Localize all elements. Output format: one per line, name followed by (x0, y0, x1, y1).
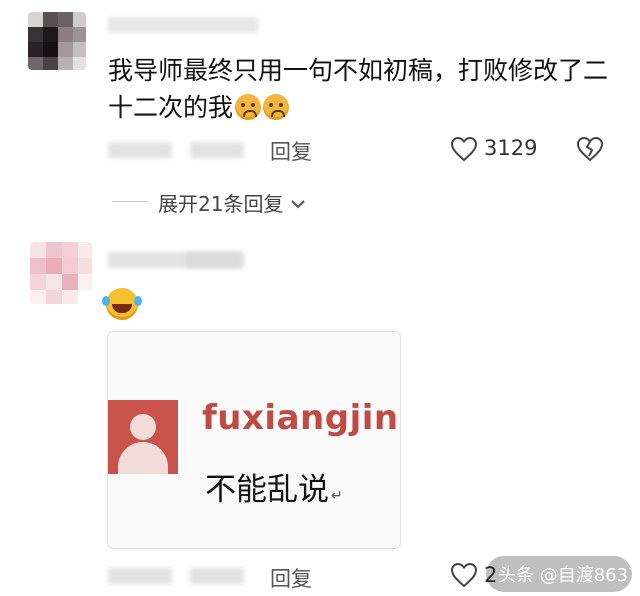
return-arrow-icon: ↵ (331, 488, 343, 504)
broken-heart-icon[interactable] (576, 136, 604, 162)
expand-replies-label: 展开21条回复 (158, 192, 284, 216)
expand-replies-button[interactable]: 展开21条回复 (158, 188, 306, 217)
comment-1-like-count: 3129 (484, 136, 538, 160)
comment-1-username-redacted (108, 17, 258, 33)
expand-replies-divider (112, 201, 148, 202)
comment-2-avatar[interactable] (30, 242, 92, 304)
card-username: fuxiangjin (202, 398, 399, 438)
comment-1-meta-redacted (108, 142, 172, 158)
emoji-fearful-face-icon (263, 94, 290, 120)
heart-icon[interactable] (450, 562, 478, 588)
emoji-fearful-face-icon (235, 94, 262, 120)
comment-1-reply-button[interactable]: 回复 (270, 136, 312, 166)
heart-icon[interactable] (450, 136, 478, 162)
comment-2-meta-redacted (108, 568, 172, 584)
card-user-avatar-icon (108, 400, 178, 474)
comment-2-reply-button[interactable]: 回复 (270, 563, 312, 593)
chevron-down-icon (291, 200, 305, 209)
comment-1-text: 我导师最终只用一句不如初稿，打败修改了二十二次的我 (108, 52, 628, 126)
comment-2-username-redacted (186, 252, 242, 268)
card-message: 不能乱说 ↵ (205, 464, 343, 509)
comment-1-avatar[interactable] (28, 12, 86, 70)
emoji-tears-of-joy-icon (102, 288, 138, 320)
card-message-text: 不能乱说 (205, 472, 329, 508)
comment-1-text-content: 我导师最终只用一句不如初稿，打败修改了二十二次的我 (108, 56, 609, 122)
comment-1-meta-redacted (190, 142, 244, 158)
comment-2-meta-redacted (190, 568, 244, 584)
watermark: 头条 @自渡8637 (498, 565, 640, 586)
